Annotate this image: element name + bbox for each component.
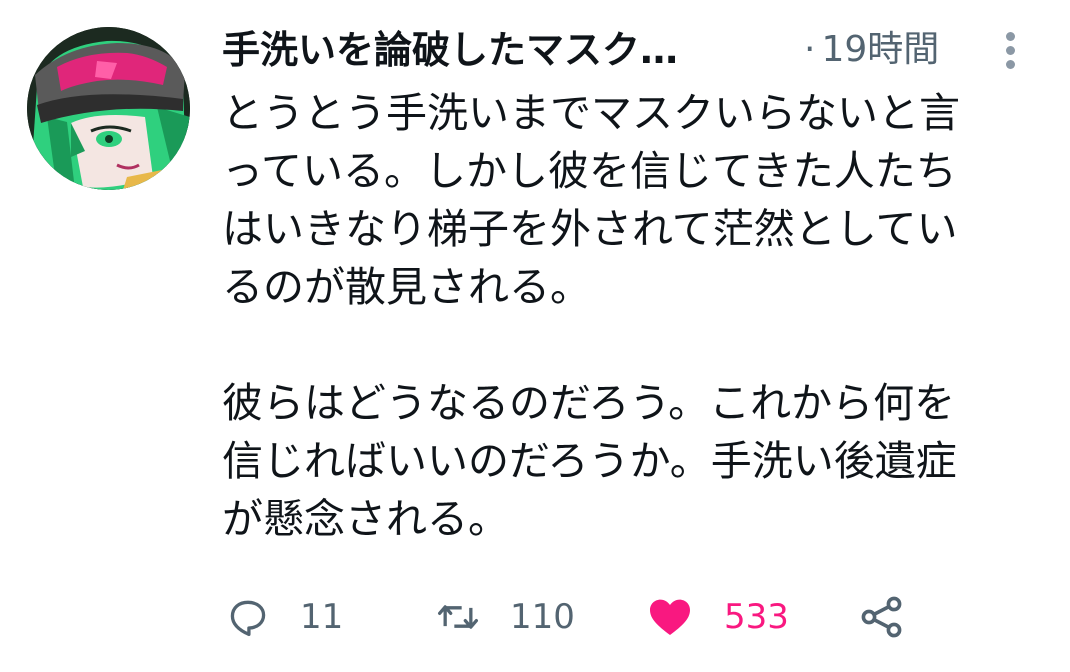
retweet-count: 110 [510,597,575,637]
more-vertical-icon[interactable] [1000,28,1020,74]
avatar[interactable] [27,27,190,190]
timestamp[interactable]: 19時間 [821,29,939,70]
separator-dot: · [804,29,816,70]
retweet-button[interactable]: 110 [436,590,575,644]
reply-bubble-icon [230,600,266,637]
like-count: 533 [724,597,789,637]
tweet[interactable]: 手洗いを論破したマスク… · 19時間 とうとう手洗いまでマスクいらないと言 って… [0,0,1070,672]
share-icon [861,596,902,638]
action-bar: 11 110 533 [226,590,1026,644]
like-button[interactable]: 533 [646,590,789,644]
tweet-paragraph: 彼らはどうなるのだろう。これから何を 信じればいいのだろうか。手洗い後遺症 が懸… [222,379,957,543]
reply-button[interactable]: 11 [226,590,343,644]
retweet-arrows-icon [438,605,478,629]
heart-icon [650,599,690,635]
tweet-paragraph: とうとう手洗いまでマスクいらないと言 っている。しかし彼を信じてきた人たち はい… [222,89,960,311]
tweet-header: 手洗いを論破したマスク… · 19時間 [222,22,1042,78]
tweet-text: とうとう手洗いまでマスクいらないと言 っている。しかし彼を信じてきた人たち はい… [222,84,1042,548]
share-button[interactable] [858,590,906,644]
reply-count: 11 [300,597,344,637]
display-name[interactable]: 手洗いを論破したマスク… [222,22,678,78]
tweet-meta: · 19時間 [804,22,939,78]
avatar-illustration [27,27,190,190]
